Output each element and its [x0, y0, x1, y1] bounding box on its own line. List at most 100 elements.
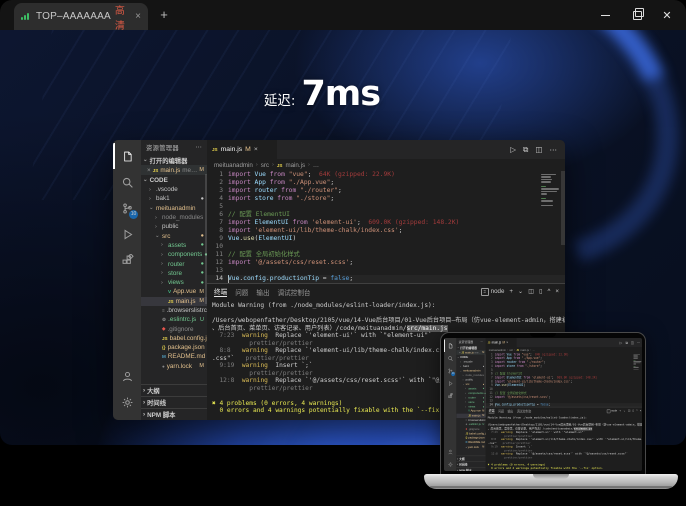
tab-close-icon[interactable]: ×	[135, 11, 141, 22]
tree-item[interactable]: ●yarn.lockM	[141, 362, 207, 371]
tree-item[interactable]: ›public	[141, 222, 207, 231]
run-code-icon[interactable]: ⧉	[625, 340, 627, 345]
editor-scrollbar[interactable]	[561, 171, 565, 245]
split-terminal-icon[interactable]: ◫	[628, 409, 631, 412]
terminal-dropdown-icon[interactable]: ⌄	[623, 409, 625, 412]
tree-item[interactable]: ›router●	[141, 259, 207, 268]
search-icon[interactable]	[113, 169, 141, 195]
close-editor-icon[interactable]: ×	[147, 167, 151, 174]
minimap[interactable]	[541, 174, 559, 206]
terminal-output[interactable]: Module Warning (from ./node_modules/esli…	[486, 415, 642, 471]
close-button[interactable]: ✕	[650, 0, 684, 30]
close-tab-icon[interactable]: ×	[254, 146, 258, 153]
node-shell-icon: ⌗	[607, 409, 611, 413]
tree-item[interactable]: ≡.browserslistrc	[141, 306, 207, 315]
tree-item[interactable]: ›components●	[141, 250, 207, 259]
explorer-icon[interactable]	[444, 339, 456, 352]
run-file-icon[interactable]: ▷	[510, 145, 516, 154]
split-editor-icon[interactable]: ◫	[631, 340, 634, 344]
code-editor[interactable]: 1import Vue from "vue"; 64K (gzipped: 22…	[207, 171, 565, 283]
sidebar-more-icon[interactable]: ⋯	[195, 144, 202, 151]
npm-scripts-section[interactable]: ›NPM 脚本	[141, 408, 207, 420]
minimize-button[interactable]	[588, 0, 622, 30]
tree-item[interactable]: MREADME.mdM	[141, 352, 207, 361]
close-panel-icon[interactable]: ×	[640, 409, 642, 412]
tree-item[interactable]: ›bak1●	[141, 194, 207, 203]
split-terminal-icon[interactable]: ◫	[528, 288, 534, 295]
settings-gear-icon[interactable]	[113, 389, 141, 415]
tab-terminal[interactable]: 终端	[214, 286, 227, 297]
tab-terminal[interactable]: 终端	[489, 408, 495, 413]
shell-selector[interactable]: ⌗ node	[607, 409, 618, 413]
run-code-icon[interactable]: ⧉	[523, 145, 528, 155]
breadcrumb[interactable]: meituanadmin› src› JS main.js› …	[207, 159, 565, 171]
maximize-panel-icon[interactable]: ^	[636, 409, 637, 412]
tree-item[interactable]: ›node_modules	[141, 213, 207, 222]
close-tab-icon[interactable]: ×	[506, 341, 508, 344]
hd-quality-badge[interactable]: 高清	[115, 2, 128, 32]
npm-scripts-section[interactable]: ›NPM 脚本	[456, 467, 485, 471]
tree-item[interactable]: ›store●	[141, 269, 207, 278]
extensions-icon[interactable]	[444, 390, 456, 403]
timeline-section[interactable]: ›时间线	[141, 396, 207, 408]
close-editor-icon[interactable]: ×	[459, 351, 461, 354]
source-control-icon[interactable]: 10	[113, 195, 141, 221]
sidebar-title: 资源管理器	[146, 143, 179, 152]
maximize-panel-icon[interactable]: ^	[547, 288, 550, 295]
minimap[interactable]	[633, 354, 641, 370]
tree-item[interactable]: JSmain.jsM	[141, 297, 207, 306]
sidebar-more-icon[interactable]: ⋯	[480, 340, 483, 343]
tree-item[interactable]: ◆.gitignore	[141, 324, 207, 333]
outline-section[interactable]: ›大纲	[141, 384, 207, 396]
tab-output[interactable]: 输出	[256, 287, 269, 297]
tab-problems[interactable]: 问题	[235, 287, 248, 297]
run-debug-icon[interactable]	[444, 377, 456, 390]
git-badge: U	[483, 423, 486, 426]
tree-item[interactable]: ⌄src●	[141, 231, 207, 240]
editor-tab-mainjs[interactable]: JS main.js M ×	[486, 338, 517, 347]
search-icon[interactable]	[444, 352, 456, 365]
editor-tab-mainjs[interactable]: JS main.js M ×	[207, 140, 277, 159]
js-file-icon: JS	[468, 414, 470, 416]
more-actions-icon[interactable]: ⋯	[637, 340, 640, 344]
terminal-dropdown-icon[interactable]: ⌄	[518, 288, 523, 295]
run-debug-icon[interactable]	[113, 221, 141, 247]
run-file-icon[interactable]: ▷	[620, 340, 623, 344]
maximize-button[interactable]	[620, 0, 654, 30]
tree-item[interactable]: JSbabel.config.jsM	[141, 334, 207, 343]
tab-problems[interactable]: 问题	[498, 409, 504, 414]
tree-item[interactable]: ›views●	[141, 278, 207, 287]
tree-item[interactable]: {}package.jsonM	[141, 343, 207, 352]
source-control-icon[interactable]: 10	[444, 365, 456, 378]
new-terminal-icon[interactable]: +	[619, 409, 621, 412]
tree-item[interactable]: ●yarn.lockM	[456, 445, 485, 449]
tree-item[interactable]: ›assets●	[141, 241, 207, 250]
kill-terminal-icon[interactable]: ▯	[633, 409, 635, 412]
tree-item[interactable]: ⚙.eslintrc.jsU	[141, 315, 207, 324]
workspace-header[interactable]: ⌄CODE	[141, 175, 207, 185]
tab-output[interactable]: 输出	[507, 409, 513, 414]
code-line: 4import store from "./store";	[207, 195, 565, 203]
tree-item[interactable]: ⌄meituanadmin	[141, 204, 207, 213]
kill-terminal-icon[interactable]: ▯	[539, 288, 542, 295]
open-editors-header[interactable]: ⌄打开的编辑器	[141, 155, 207, 165]
explorer-icon[interactable]	[113, 143, 141, 169]
account-icon[interactable]	[444, 445, 456, 458]
open-editor-item[interactable]: × JS main.js me… M	[141, 165, 207, 175]
close-panel-icon[interactable]: ×	[555, 288, 559, 295]
tab-debug-console[interactable]: 调试控制台	[517, 409, 532, 414]
extensions-icon[interactable]	[113, 247, 141, 273]
settings-gear-icon[interactable]	[444, 458, 456, 471]
session-tab-title: TOP–AAAAAAA	[36, 11, 111, 22]
split-editor-icon[interactable]: ◫	[535, 145, 542, 154]
new-terminal-icon[interactable]: +	[509, 288, 513, 295]
tree-item[interactable]: ›.vscode	[141, 185, 207, 194]
tab-debug-console[interactable]: 调试控制台	[278, 287, 311, 297]
session-tab[interactable]: TOP–AAAAAAA 高清 ×	[14, 3, 148, 30]
account-icon[interactable]	[113, 363, 141, 389]
more-actions-icon[interactable]: ⋯	[550, 145, 558, 154]
new-tab-button[interactable]: +	[156, 7, 172, 23]
code-editor[interactable]: 1import Vue from "vue"; 64K (gzipped: 22…	[486, 353, 642, 407]
tree-item[interactable]: VApp.vueM	[141, 287, 207, 296]
shell-selector[interactable]: ⌗ node	[481, 288, 505, 296]
